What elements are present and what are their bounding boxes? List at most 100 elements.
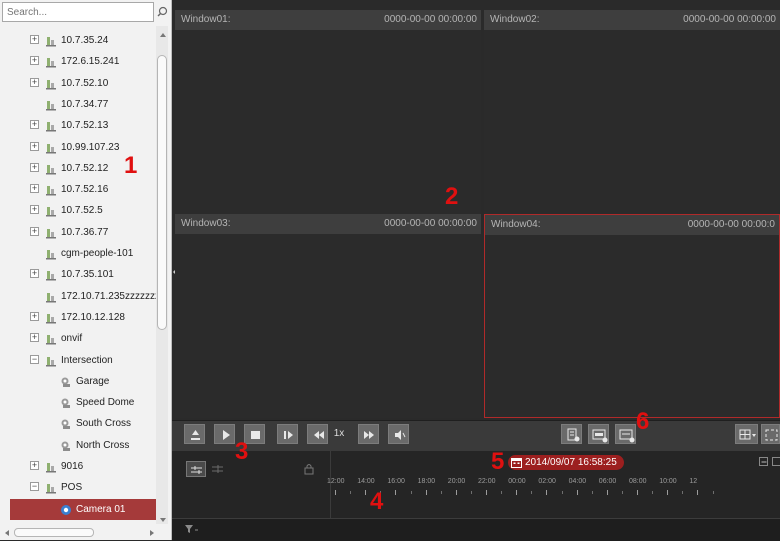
fullscreen-button[interactable]: [761, 424, 780, 444]
timeline-tick-label: 10:00: [659, 478, 677, 485]
tree-item-device[interactable]: +10.7.35.24: [0, 30, 155, 51]
audio-toggle-button[interactable]: [388, 424, 409, 444]
timeline-tick: [697, 490, 699, 495]
expand-icon[interactable]: +: [30, 227, 39, 236]
timeline-tick-label: 04:00: [568, 478, 587, 485]
scroll-up-arrow-icon[interactable]: [159, 30, 167, 41]
timeline-tick-label: 08:00: [629, 478, 647, 485]
timeline-tick-label: 06:00: [598, 478, 617, 485]
zoom-out-button[interactable]: [759, 457, 768, 466]
pos-search-button[interactable]: [588, 424, 609, 444]
expand-icon[interactable]: +: [30, 142, 39, 151]
frame-step-button[interactable]: [277, 424, 298, 444]
tree-item-camera[interactable]: Garage: [0, 371, 155, 392]
timeline-async-button[interactable]: [208, 461, 228, 477]
camera-icon: [60, 375, 72, 387]
window-name: Window01:: [181, 14, 231, 25]
video-window-4-selected[interactable]: Window04: 0000-00-00 00:00:0: [484, 214, 780, 418]
expand-icon[interactable]: +: [30, 120, 39, 129]
tree-item-label: 10.7.52.12: [61, 163, 109, 174]
tree-item-device[interactable]: 172.10.71.235zzzzzzzz: [0, 286, 165, 307]
tree-item-camera[interactable]: Speed Dome: [0, 392, 155, 413]
annotation-2: 2: [445, 183, 459, 210]
timeline-tick-label: 02:00: [538, 478, 556, 485]
current-datetime-badge[interactable]: 2014/09/07 16:58:25: [508, 455, 624, 470]
tree-item-device[interactable]: +10.7.52.10: [0, 73, 155, 94]
tree-item-device[interactable]: − POS: [0, 477, 155, 498]
window-layout-button[interactable]: [735, 424, 758, 444]
tree-horizontal-scroll-thumb[interactable]: [14, 528, 94, 537]
filter-icon[interactable]: [184, 524, 200, 537]
video-window-1[interactable]: Window01: 0000-00-00 00:00:00: [175, 10, 481, 214]
expand-icon[interactable]: +: [30, 333, 39, 342]
device-icon: [45, 34, 57, 47]
tree-item-device[interactable]: +172.10.12.128: [0, 307, 155, 328]
tree-item-device[interactable]: +10.7.35.101: [0, 264, 155, 285]
timeline-tick-label: 18:00: [417, 478, 436, 485]
tree-item-label: 10.7.52.10: [61, 78, 109, 89]
filter-bar: [172, 518, 780, 541]
collapse-icon[interactable]: −: [30, 355, 39, 364]
timeline-minor-tick: [501, 491, 503, 494]
expand-icon[interactable]: +: [30, 312, 39, 321]
expand-icon[interactable]: +: [30, 205, 39, 214]
tree-item-device[interactable]: +10.7.36.77: [0, 222, 155, 243]
expand-icon[interactable]: +: [30, 78, 39, 87]
timeline-tick-label: 14:00: [357, 478, 375, 485]
download-button[interactable]: [184, 424, 205, 444]
event-search-button[interactable]: [561, 424, 582, 444]
expand-icon[interactable]: +: [30, 269, 39, 278]
tree-item-device[interactable]: +172.6.15.241: [0, 51, 155, 72]
tree-item-camera[interactable]: South Cross: [0, 413, 155, 434]
zoom-in-button[interactable]: [772, 457, 780, 466]
tree-item-camera[interactable]: Camera 01: [10, 499, 156, 520]
scroll-right-arrow-icon[interactable]: [149, 529, 155, 540]
tree-item-device[interactable]: +9016: [0, 456, 155, 477]
play-button[interactable]: [214, 424, 235, 444]
search-box[interactable]: [2, 2, 154, 22]
tree-scroll-thumb[interactable]: [157, 55, 167, 330]
device-icon: [45, 332, 57, 345]
timeline-sync-button[interactable]: [186, 461, 206, 477]
tree-item-device[interactable]: +10.7.52.13: [0, 115, 155, 136]
device-icon: [45, 183, 57, 196]
expand-icon[interactable]: +: [30, 461, 39, 470]
camera-icon: [60, 417, 72, 429]
expand-icon[interactable]: +: [30, 56, 39, 65]
tree-item-device[interactable]: cgm-people-101: [0, 243, 155, 264]
device-icon: [45, 162, 57, 175]
vca-search-button[interactable]: [615, 424, 636, 444]
timeline-minor-tick: [652, 491, 654, 494]
tree-item-device[interactable]: +10.7.52.16: [0, 179, 155, 200]
expand-icon[interactable]: +: [30, 35, 39, 44]
scroll-down-arrow-icon[interactable]: [159, 515, 167, 526]
window-titlebar: Window04: 0000-00-00 00:00:0: [485, 215, 779, 235]
search-input[interactable]: [3, 3, 141, 21]
video-window-2[interactable]: Window02: 0000-00-00 00:00:00: [484, 10, 780, 214]
tree-item-label: Garage: [76, 376, 110, 387]
tree-item-device[interactable]: + onvif: [0, 328, 155, 349]
window-name: Window02:: [490, 14, 540, 25]
tree-item-device[interactable]: 10.7.34.77: [0, 94, 155, 115]
timeline-tick: [576, 490, 578, 495]
speed-up-button[interactable]: [358, 424, 379, 444]
timeline-tick-label: 12: [689, 478, 698, 485]
window-timestamp: 0000-00-00 00:00:0: [687, 219, 775, 230]
tree-item-label: 10.7.35.24: [61, 35, 109, 46]
tree-item-device[interactable]: +10.7.52.5: [0, 200, 155, 221]
lock-icon[interactable]: [302, 463, 316, 478]
scroll-left-arrow-icon[interactable]: [4, 529, 10, 540]
camera-icon: [60, 439, 72, 451]
annotation-5: 5: [491, 448, 505, 475]
collapse-icon[interactable]: −: [30, 482, 39, 491]
current-datetime: 2014/09/07 16:58:25: [525, 457, 617, 468]
window-titlebar: Window02: 0000-00-00 00:00:00: [484, 10, 780, 30]
tree-item-camera[interactable]: North Cross: [0, 435, 155, 456]
search-icon[interactable]: [154, 2, 170, 22]
video-window-3[interactable]: Window03: 0000-00-00 00:00:00: [175, 214, 481, 418]
expand-icon[interactable]: +: [30, 184, 39, 193]
tree-item-device[interactable]: − Intersection: [0, 350, 155, 371]
calendar-icon: [511, 457, 522, 473]
expand-icon[interactable]: +: [30, 163, 39, 172]
slow-down-button[interactable]: [307, 424, 328, 444]
